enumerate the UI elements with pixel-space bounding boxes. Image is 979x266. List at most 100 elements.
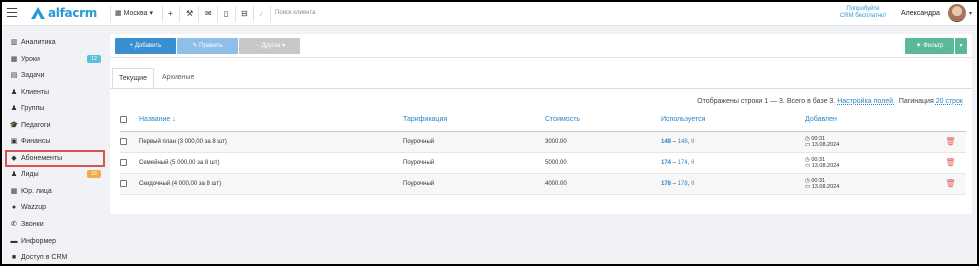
sidebar-item-tasks[interactable]: ▤ Задачи [9,68,45,82]
pagination-select[interactable]: 20 строк [936,98,963,105]
wrench-icon[interactable]: ⚒ [186,9,193,18]
column-header-tariff[interactable]: Тарификация [403,108,545,132]
table-header-row: Название ↓ Тарификация Стоимость Использ… [120,108,966,132]
sidebar-item-label: Клиенты [21,88,50,96]
tab-divider [110,88,972,89]
sidebar-item-label: Информер [21,237,57,245]
theta-icon: θ [691,138,695,145]
sidebar-item-legal-entities[interactable]: ▦ Юр. лица [9,184,52,198]
sidebar-item-label: Wazzup [21,203,47,211]
dash: – [672,180,677,187]
top-bar: alfacrm ▦ Москва ▾ + ⚒ ✉ ▯ ⊟ ♪ Поиск кли… [2,2,977,26]
branch-selector[interactable]: ▦ Москва ▾ [115,9,153,18]
promo-line1: Попробуйте [846,6,880,12]
used-count-link[interactable]: 174 [661,160,671,166]
sidebar-item-groups[interactable]: ♟ Группы [9,101,44,115]
row-cost: 3000.00 [545,131,661,153]
edit-button[interactable]: ✎ Править [177,38,238,54]
row-name: Семейный (5 000,00 за 8 шт) [139,152,403,174]
sidebar-item-wazzup[interactable]: ● Wazzup [9,200,46,214]
column-header-used[interactable]: Используется [661,108,805,132]
filter-button[interactable]: ▼ Фильтр [905,38,954,54]
sidebar-item-informer[interactable]: ▬ Информер [9,234,57,248]
row-checkbox[interactable] [120,138,127,145]
filter-dropdown-button[interactable]: ▾ [955,38,967,54]
menu-icon[interactable] [7,8,17,17]
used-count-link[interactable]: 178 [661,181,671,187]
chevron-down-icon[interactable]: ▾ [969,10,972,17]
sidebar-item-label: Звонки [21,220,44,228]
leads-badge: 23 [87,170,101,178]
trash-icon[interactable]: 🗑 [935,152,966,174]
trash-icon[interactable]: 🗑 [935,173,966,195]
promo-link[interactable]: Попробуйте CRM бесплатно! [831,6,895,20]
sidebar-item-label: Педагоги [21,121,51,129]
bell-icon[interactable]: ♪ [259,9,263,18]
user-name[interactable]: Александра [901,10,940,17]
plus-icon[interactable]: + [168,9,173,18]
row-tariff: Поурочный [403,152,545,174]
chart-icon: ▥ [10,39,18,46]
column-header-name[interactable]: Название ↓ [139,108,403,132]
tasks-icon: ▤ [10,72,18,79]
divider [235,6,236,22]
envelope-icon[interactable]: ✉ [205,9,212,18]
mobile-icon[interactable]: ▯ [224,9,228,18]
row-checkbox[interactable] [120,180,127,187]
column-header-added[interactable]: Добавлен [805,108,935,132]
calendar-icon: ▭ [805,183,811,190]
sidebar-item-lessons[interactable]: ▦ Уроки [9,52,40,66]
lessons-badge: 12 [87,55,101,63]
row-checkbox[interactable] [120,159,127,166]
cart-icon[interactable]: ⊟ [241,9,248,18]
table-row[interactable]: Первый план (3 000,00 за 8 шт) Поурочный… [120,131,966,153]
search-input[interactable]: Поиск клиента [275,10,316,16]
row-cost: 5000.00 [545,152,661,174]
sidebar-item-calls[interactable]: ✆ Звонки [9,217,44,231]
row-name: Первый план (3 000,00 за 8 шт) [139,131,403,153]
row-added: ◷ 00:31 ▭ 13.08.2024 [805,131,935,153]
sidebar-item-finance[interactable]: ▣ Финансы [9,134,51,148]
phone-icon: ✆ [11,221,17,228]
divider [198,6,199,22]
money-icon: ▣ [10,138,18,145]
divider [253,6,254,22]
trash-icon[interactable]: 🗑 [935,131,966,153]
branch-label: Москва [123,9,148,17]
calendar-icon: ▭ [805,141,811,148]
sidebar-item-label: Группы [21,104,45,112]
users-icon: ♟ [10,105,18,112]
tab-current[interactable]: Текущие [112,68,154,89]
sidebar-item-analytics[interactable]: ▥ Аналитика [9,35,56,49]
table-row[interactable]: Скидочный (4 000,00 за 8 шт) Поурочный 4… [120,173,966,195]
tab-archived[interactable]: Архивные [156,68,200,89]
divider [270,6,271,22]
sidebar-item-teachers[interactable]: 🎓 Педагоги [9,118,51,132]
table-row[interactable]: Семейный (5 000,00 за 8 шт) Поурочный 50… [120,152,966,174]
table-info: Отображены строки 1 — 3. Всего в базе 3.… [697,98,963,105]
added-date: 13.08.2024 [811,183,840,190]
select-all-checkbox[interactable] [120,115,127,123]
divider [179,6,180,22]
used-count-link[interactable]: 148 [661,139,671,145]
select-all-cell[interactable] [120,108,139,132]
sidebar-item-label: Юр. лица [21,187,52,195]
sidebar-item-clients[interactable]: ♟ Клиенты [9,85,49,99]
field-settings-link[interactable]: Настройка полей. [837,98,895,105]
row-used: 148 – 148, θ [661,131,805,153]
row-used: 178 – 178, θ [661,173,805,195]
pagination-label: Пагинация [898,98,934,105]
add-button[interactable]: + Добавить [115,38,176,54]
sidebar-item-leads[interactable]: ♟ Лиды [9,167,39,181]
logo[interactable]: alfacrm [31,6,97,20]
avatar[interactable] [948,4,966,22]
row-added: ◷ 00:31 ▭ 13.08.2024 [805,173,935,195]
sidebar-item-crm-access[interactable]: ■ Доступ в CRM [9,250,67,264]
divider [162,6,163,22]
user-plus-icon: ♟ [10,171,18,178]
sidebar-item-label: Уроки [21,55,40,63]
lock-icon: ■ [11,253,17,261]
column-header-cost[interactable]: Стоимость [545,108,661,132]
other-button[interactable]: ⋯ Другое ▾ [239,38,300,54]
highlight-box [5,150,105,167]
